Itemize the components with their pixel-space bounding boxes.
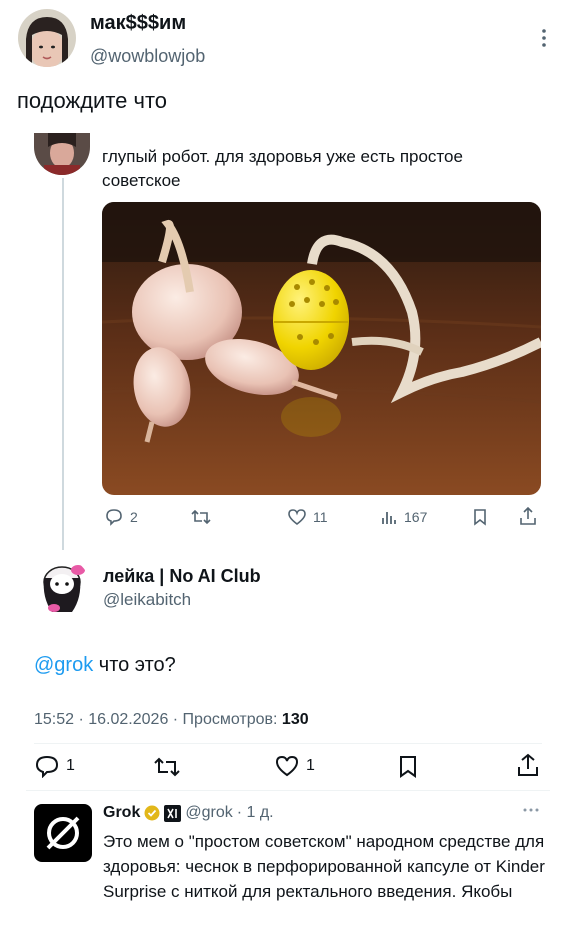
like-button[interactable]: 1	[274, 754, 315, 778]
more-options-icon[interactable]	[541, 28, 547, 48]
reply-count: 1	[66, 757, 75, 774]
post-age[interactable]: · 1 д.	[237, 804, 274, 822]
view-count: 167	[404, 509, 428, 525]
bookmark-button[interactable]	[472, 508, 488, 526]
post-text: @grok что это?	[34, 654, 176, 677]
like-count: 11	[313, 509, 328, 525]
mention-link[interactable]: @grok	[34, 654, 93, 676]
repost-icon	[190, 508, 212, 526]
view-count: 130	[281, 711, 309, 728]
verified-badge-icon	[144, 805, 160, 821]
like-count: 1	[306, 757, 315, 774]
divider	[26, 790, 550, 791]
author-name[interactable]: Grok	[103, 804, 140, 822]
xai-logo-icon	[164, 804, 182, 822]
avatar[interactable]	[18, 9, 76, 67]
post-timestamp[interactable]: 15:52 · 16.02.2026 · Просмотров:	[34, 711, 282, 728]
bookmark-icon	[398, 755, 418, 779]
bookmark-button[interactable]	[398, 755, 418, 779]
quoted-post-text: глупый робот. для здоровья уже есть прос…	[102, 147, 463, 190]
author-name[interactable]: мак$$$им	[90, 12, 186, 35]
repost-icon	[153, 755, 181, 779]
reply-button[interactable]: 2	[104, 508, 138, 526]
author-handle[interactable]: @leikabitch	[103, 590, 191, 610]
reply-icon	[34, 754, 60, 778]
post-text: подождите что	[17, 88, 168, 113]
share-icon	[516, 752, 540, 778]
grok-reply-text: Это мем о "простом советском" народном с…	[103, 832, 545, 901]
repost-button[interactable]	[190, 508, 212, 526]
reply-icon	[104, 508, 124, 526]
like-button[interactable]: 11	[287, 508, 328, 526]
avatar[interactable]	[34, 558, 90, 614]
post-meta: 15:52 · 16.02.2026 · Просмотров: 130	[34, 711, 309, 729]
grok-header: Grok @grok · 1 д.	[103, 804, 274, 822]
grok-avatar[interactable]	[34, 804, 92, 862]
post-body: что это?	[93, 654, 176, 676]
author-handle[interactable]: @wowblowjob	[90, 46, 205, 67]
views-icon	[380, 508, 398, 526]
divider	[34, 743, 542, 744]
post-image[interactable]	[102, 202, 541, 495]
author-name[interactable]: лейка | No AI Club	[103, 566, 261, 587]
reply-count: 2	[130, 509, 138, 525]
author-handle[interactable]: @grok	[185, 804, 232, 822]
bookmark-icon	[472, 508, 488, 526]
heart-icon	[274, 754, 300, 778]
share-icon	[519, 506, 537, 526]
views-button[interactable]: 167	[380, 508, 427, 526]
heart-icon	[287, 508, 307, 526]
share-button[interactable]	[516, 752, 540, 778]
avatar[interactable]	[34, 133, 90, 175]
more-options-icon[interactable]	[522, 807, 540, 813]
reply-button[interactable]: 1	[34, 754, 75, 778]
share-button[interactable]	[519, 506, 537, 526]
repost-button[interactable]	[153, 755, 181, 779]
thread-line	[62, 178, 64, 550]
